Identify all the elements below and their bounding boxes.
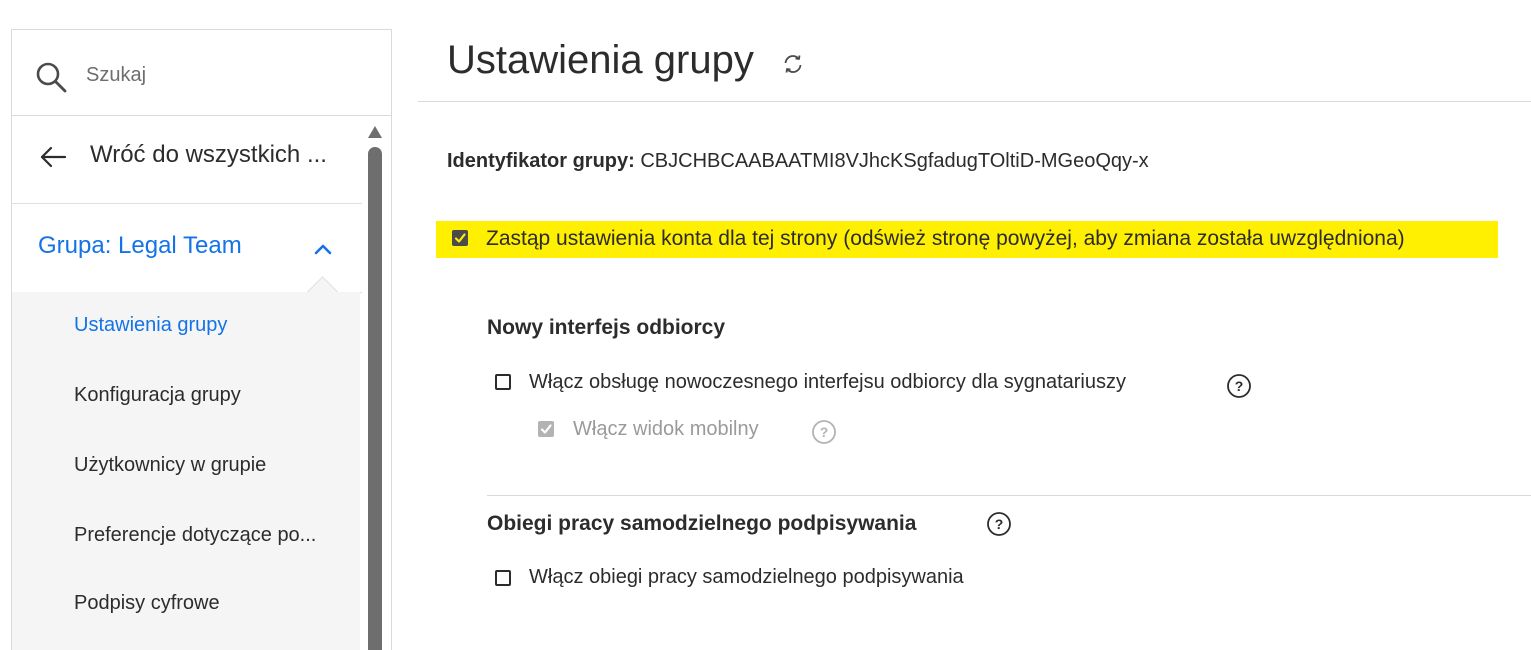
chevron-up-icon[interactable]	[312, 238, 334, 260]
group-header[interactable]: Grupa: Legal Team	[12, 204, 362, 293]
svg-text:?: ?	[995, 516, 1004, 532]
back-to-all-label: Wróć do wszystkich ...	[90, 141, 327, 168]
modern-recipient-checkbox[interactable]	[495, 374, 511, 390]
scroll-up-arrow-icon[interactable]	[367, 125, 383, 139]
scrollbar-thumb[interactable]	[368, 147, 382, 650]
group-name: Grupa: Legal Team	[38, 232, 242, 259]
search-icon	[36, 62, 67, 93]
section-title-new-recipient-experience: Nowy interfejs odbiorcy	[487, 316, 726, 339]
arrow-left-icon	[40, 146, 67, 168]
submenu-item-preferences[interactable]: Preferencje dotyczące po...	[74, 524, 316, 547]
search-box	[12, 30, 391, 116]
help-icon[interactable]: ?	[1226, 373, 1252, 399]
back-to-all-link[interactable]: Wróć do wszystkich ...	[12, 117, 362, 204]
mobile-view-checkbox[interactable]	[538, 421, 554, 437]
group-id-label: Identyfikator grupy:	[447, 150, 635, 172]
mobile-view-label: Włącz widok mobilny	[573, 418, 759, 440]
title-divider	[418, 101, 1531, 102]
checkmark-icon	[540, 424, 552, 434]
svg-text:?: ?	[1235, 378, 1244, 394]
override-label: Zastąp ustawienia konta dla tej strony (…	[486, 227, 1405, 250]
sidebar-scrollbar[interactable]	[367, 125, 383, 650]
submenu-item-group-users[interactable]: Użytkownicy w grupie	[74, 454, 266, 477]
section-title-self-sign-workflows: Obiegi pracy samodzielnego podpisywania	[487, 512, 917, 535]
submenu-item-digital-signatures[interactable]: Podpisy cyfrowe	[74, 592, 220, 615]
override-checkbox[interactable]	[452, 230, 468, 246]
sidebar: Wróć do wszystkich ... Grupa: Legal Team…	[11, 29, 392, 650]
group-id: Identyfikator grupy: CBJCHBCAABAATMI8VJh…	[447, 150, 1149, 173]
checkmark-icon	[454, 233, 466, 243]
search-input[interactable]	[86, 60, 356, 90]
page-title: Ustawienia grupy	[447, 38, 754, 82]
svg-text:?: ?	[820, 424, 829, 440]
modern-recipient-label: Włącz obsługę nowoczesnego interfejsu od…	[529, 371, 1126, 393]
self-sign-label: Włącz obiegi pracy samodzielnego podpisy…	[529, 566, 964, 588]
submenu-item-group-configuration[interactable]: Konfiguracja grupy	[74, 384, 241, 407]
help-icon[interactable]: ?	[986, 511, 1012, 537]
refresh-icon[interactable]	[781, 52, 805, 76]
submenu-item-group-settings[interactable]: Ustawienia grupy	[74, 314, 227, 337]
group-submenu: Ustawienia grupy Konfiguracja grupy Użyt…	[12, 292, 360, 650]
help-icon[interactable]: ?	[811, 419, 837, 445]
section-divider	[487, 495, 1531, 496]
self-sign-checkbox[interactable]	[495, 570, 511, 586]
group-id-value: CBJCHBCAABAATMI8VJhcKSgfadugTOltiD-MGeoQ…	[640, 150, 1149, 172]
